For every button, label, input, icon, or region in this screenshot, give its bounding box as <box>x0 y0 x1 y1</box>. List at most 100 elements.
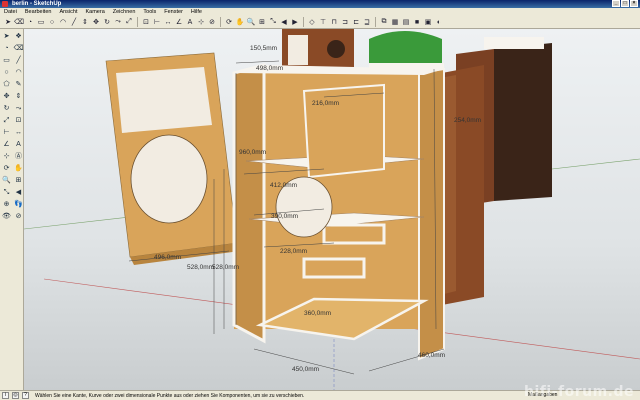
dimension-tool-icon[interactable]: ↔ <box>13 127 24 138</box>
protractor-icon[interactable]: ∠ <box>174 17 184 27</box>
menu-tools[interactable]: Tools <box>143 8 156 16</box>
eraser-icon[interactable]: ⌫ <box>14 17 24 27</box>
geo-icon[interactable]: ◎ <box>12 392 19 399</box>
polygon-tool-icon[interactable]: ⬠ <box>1 79 12 90</box>
orbit-tool-icon[interactable]: ⟳ <box>1 163 12 174</box>
followme-icon[interactable]: ⤳ <box>113 17 123 27</box>
move-tool-icon[interactable]: ✥ <box>1 91 12 102</box>
status-message: Wählen Sie eine Kante, Kurve oder zwei d… <box>35 392 305 399</box>
protractor-tool-icon[interactable]: ∠ <box>1 139 12 150</box>
shaded-icon[interactable]: ■ <box>412 17 422 27</box>
dim-150: 150,5mm <box>250 45 277 52</box>
text-tool-icon[interactable]: A <box>13 139 24 150</box>
scale-tool-icon[interactable]: ⤢ <box>1 115 12 126</box>
iso-view-icon[interactable]: ◇ <box>307 17 317 27</box>
woofer-cutout <box>130 134 208 224</box>
select-tool-icon[interactable]: ➤ <box>1 31 12 42</box>
back-view-icon[interactable]: ⊏ <box>351 17 361 27</box>
sketchup-app-icon <box>2 1 8 7</box>
main-toolbar: ➤ ⌫ ◔ ▭ ○ ◠ ╱ ⇕ ✥ ↻ ⤳ ⤢ ⊡ ⊢ ↔ ∠ A ⊹ ⊘ ⟳ ✋ 🔍 ⊞ ⤡ ◀ ▶ ◇ ⊤ ⊓ ⊐ ⊏ ⊒ ⧉ ▦ ▤ ■ ▣ ◐ <box>0 16 640 29</box>
offset-icon[interactable]: ⊡ <box>141 17 151 27</box>
menu-kamera[interactable]: Kamera <box>86 8 105 16</box>
scale-icon[interactable]: ⤢ <box>124 17 134 27</box>
circle-icon[interactable]: ○ <box>47 17 57 27</box>
monochrome-icon[interactable]: ◐ <box>434 17 444 27</box>
zoom-window-icon[interactable]: ⊞ <box>257 17 267 27</box>
freehand-tool-icon[interactable]: ✎ <box>13 79 24 90</box>
walk-tool-icon[interactable]: 👣 <box>13 199 24 210</box>
arc-icon[interactable]: ◠ <box>58 17 68 27</box>
paint-tool-icon[interactable]: ◔ <box>1 43 12 54</box>
right-view-icon[interactable]: ⊐ <box>340 17 350 27</box>
arc-tool-icon[interactable]: ◠ <box>13 67 24 78</box>
line-tool-icon[interactable]: ╱ <box>13 55 24 66</box>
menu-fenster[interactable]: Fenster <box>164 8 183 16</box>
dim-960: 960,0mm <box>239 149 266 156</box>
followme-tool-icon[interactable]: ⤳ <box>13 103 24 114</box>
component-tool-icon[interactable]: ❖ <box>13 31 24 42</box>
axes-tool-icon[interactable]: ⊹ <box>1 151 12 162</box>
section-icon[interactable]: ⊘ <box>207 17 217 27</box>
pushpull-tool-icon[interactable]: ⇕ <box>13 91 24 102</box>
look-around-tool-icon[interactable]: 👁 <box>1 211 12 222</box>
select-icon[interactable]: ➤ <box>3 17 13 27</box>
top-view-icon[interactable]: ⊤ <box>318 17 328 27</box>
title-bar: berlin - SketchUp _ □ × <box>0 0 640 8</box>
help-icon[interactable]: ? <box>22 392 29 399</box>
maximize-button[interactable]: □ <box>621 0 629 7</box>
left-view-icon[interactable]: ⊒ <box>362 17 372 27</box>
axes-icon[interactable]: ⊹ <box>196 17 206 27</box>
dim-496: 496,0mm <box>154 254 181 261</box>
menu-hilfe[interactable]: Hilfe <box>191 8 202 16</box>
move-icon[interactable]: ✥ <box>91 17 101 27</box>
window-controls: _ □ × <box>612 0 638 7</box>
menu-datei[interactable]: Datei <box>4 8 17 16</box>
offset-tool-icon[interactable]: ⊡ <box>13 115 24 126</box>
rotate-icon[interactable]: ↻ <box>102 17 112 27</box>
dim-228: 228,0mm <box>280 248 307 255</box>
previous-tool-icon[interactable]: ◀ <box>13 187 24 198</box>
pan-icon[interactable]: ✋ <box>235 17 245 27</box>
model-canvas[interactable]: 150,5mm 498,0mm 216,0mm 254,0mm 960,0mm … <box>24 29 640 390</box>
front-view-icon[interactable]: ⊓ <box>329 17 339 27</box>
section-tool-icon[interactable]: ⊘ <box>13 211 24 222</box>
paint-icon[interactable]: ◔ <box>25 17 35 27</box>
3dtext-tool-icon[interactable]: Ⓐ <box>13 151 24 162</box>
rectangle-icon[interactable]: ▭ <box>36 17 46 27</box>
rotate-tool-icon[interactable]: ↻ <box>1 103 12 114</box>
pan-tool-icon[interactable]: ✋ <box>13 163 24 174</box>
zoom-tool-icon[interactable]: 🔍 <box>1 175 12 186</box>
menu-bearbeiten[interactable]: Bearbeiten <box>25 8 52 16</box>
pushpull-icon[interactable]: ⇕ <box>80 17 90 27</box>
cabinet-left-wall <box>232 63 266 344</box>
position-camera-tool-icon[interactable]: ⊕ <box>1 199 12 210</box>
hidden-line-icon[interactable]: ▤ <box>401 17 411 27</box>
toolbar-separator <box>375 17 376 27</box>
zoom-window-tool-icon[interactable]: ⊞ <box>13 175 24 186</box>
drawing-viewport[interactable]: 150,5mm 498,0mm 216,0mm 254,0mm 960,0mm … <box>24 29 640 390</box>
tape-tool-icon[interactable]: ⊢ <box>1 127 12 138</box>
xray-icon[interactable]: ⧉ <box>379 17 389 27</box>
previous-view-icon[interactable]: ◀ <box>279 17 289 27</box>
menu-zeichnen[interactable]: Zeichnen <box>113 8 136 16</box>
dimension-icon[interactable]: ↔ <box>163 17 173 27</box>
text-icon[interactable]: A <box>185 17 195 27</box>
zoom-icon[interactable]: 🔍 <box>246 17 256 27</box>
next-view-icon[interactable]: ▶ <box>290 17 300 27</box>
zoom-extents-icon[interactable]: ⤡ <box>268 17 278 27</box>
textured-icon[interactable]: ▣ <box>423 17 433 27</box>
dim-450: 450,0mm <box>292 366 319 373</box>
orbit-icon[interactable]: ⟳ <box>224 17 234 27</box>
wireframe-icon[interactable]: ▦ <box>390 17 400 27</box>
circle-tool-icon[interactable]: ○ <box>1 67 12 78</box>
minimize-button[interactable]: _ <box>612 0 620 7</box>
zoom-extents-tool-icon[interactable]: ⤡ <box>1 187 12 198</box>
menu-ansicht[interactable]: Ansicht <box>59 8 77 16</box>
eraser-tool-icon[interactable]: ⌫ <box>13 43 24 54</box>
rectangle-tool-icon[interactable]: ▭ <box>1 55 12 66</box>
line-icon[interactable]: ╱ <box>69 17 79 27</box>
info-icon[interactable]: i <box>2 392 9 399</box>
close-button[interactable]: × <box>630 0 638 7</box>
tape-icon[interactable]: ⊢ <box>152 17 162 27</box>
vertical-divider <box>302 83 385 179</box>
